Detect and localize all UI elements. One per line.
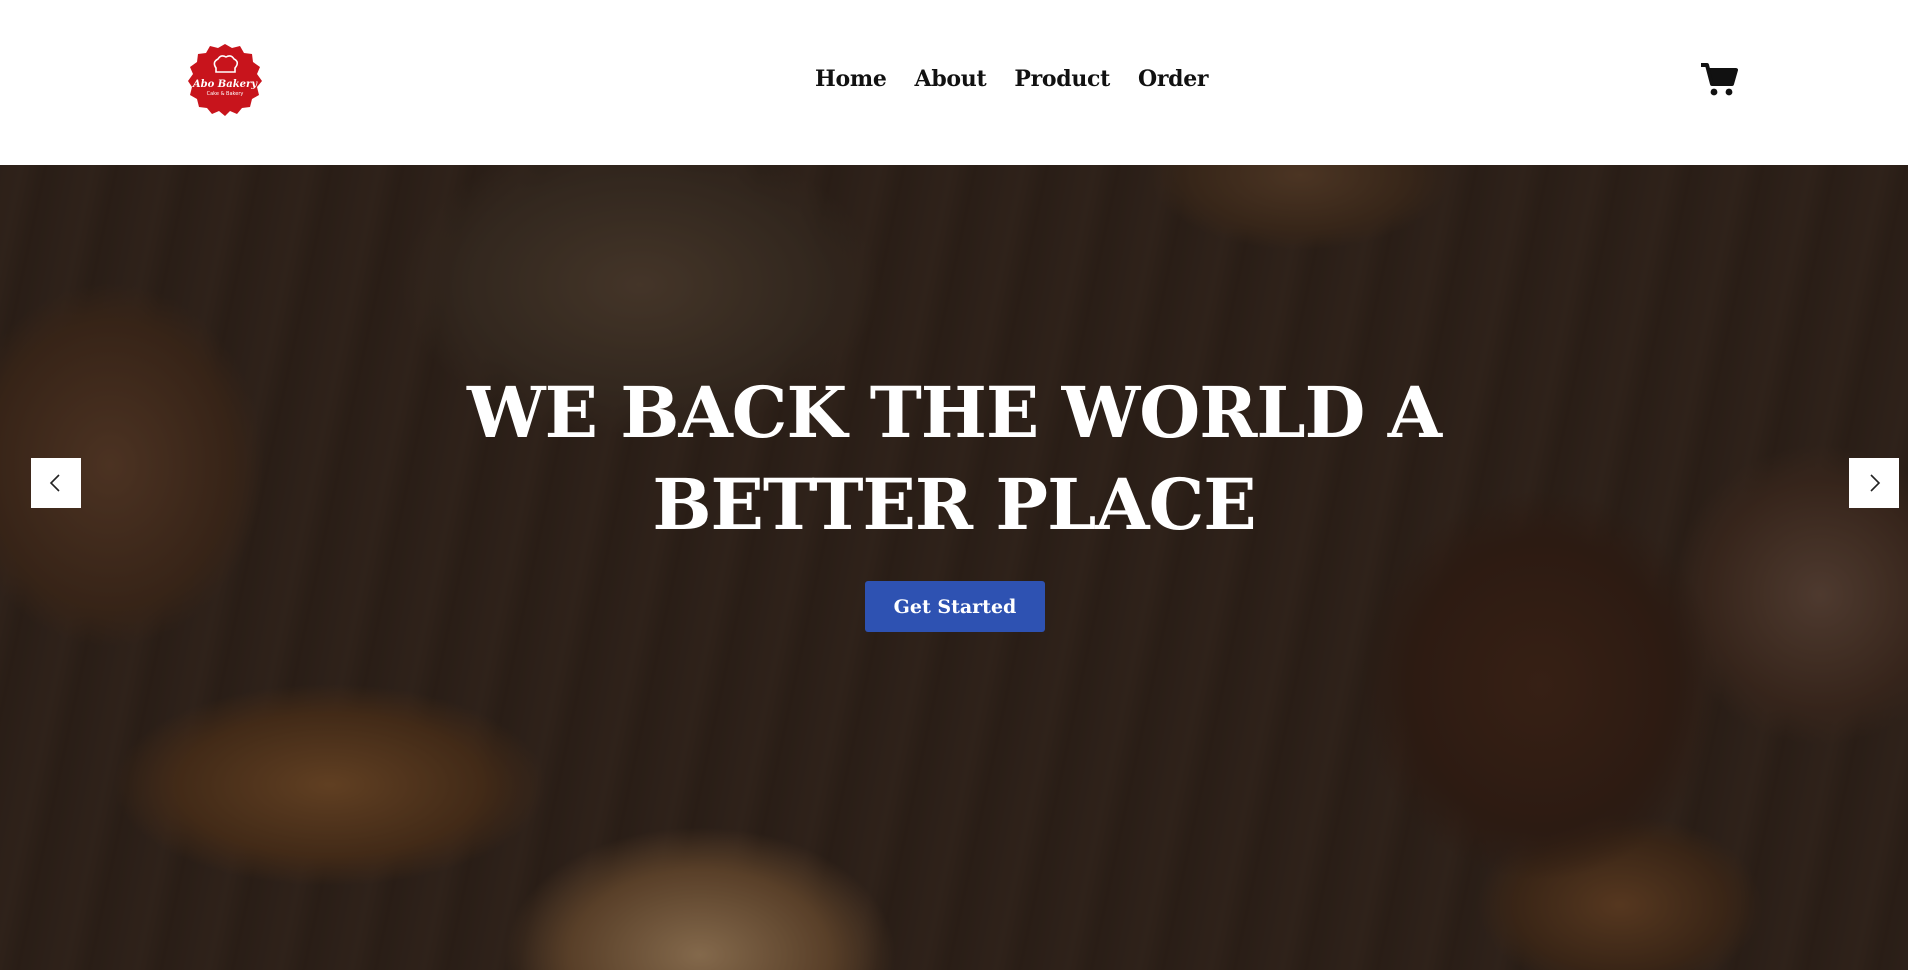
- brand-logo[interactable]: Abo Bakery Cake & Bakery: [186, 42, 264, 116]
- chevron-left-icon: [49, 474, 60, 492]
- chef-hat-logo-icon: Abo Bakery Cake & Bakery: [188, 44, 262, 116]
- nav-product[interactable]: Product: [1014, 66, 1110, 92]
- svg-text:Cake & Bakery: Cake & Bakery: [207, 91, 244, 97]
- hero-background-image: [0, 165, 1908, 970]
- shopping-cart-icon[interactable]: [1700, 62, 1738, 98]
- hero-title-line-2: BETTER PLACE: [652, 463, 1256, 546]
- get-started-button[interactable]: Get Started: [865, 581, 1045, 632]
- site-header: Abo Bakery Cake & Bakery Home About Prod…: [0, 0, 1908, 165]
- nav-order[interactable]: Order: [1138, 66, 1209, 92]
- hero-title: WE BACK THE WORLD A BETTER PLACE: [0, 367, 1908, 551]
- carousel-prev-button[interactable]: [31, 458, 81, 508]
- chevron-right-icon: [1870, 474, 1881, 492]
- carousel-next-button[interactable]: [1849, 458, 1899, 508]
- nav-home[interactable]: Home: [815, 66, 887, 92]
- svg-text:Abo Bakery: Abo Bakery: [192, 79, 258, 90]
- hero-carousel: WE BACK THE WORLD A BETTER PLACE Get Sta…: [0, 165, 1908, 970]
- main-nav: Home About Product Order: [815, 66, 1209, 92]
- hero-title-line-1: WE BACK THE WORLD A: [466, 371, 1442, 454]
- nav-about[interactable]: About: [915, 66, 987, 92]
